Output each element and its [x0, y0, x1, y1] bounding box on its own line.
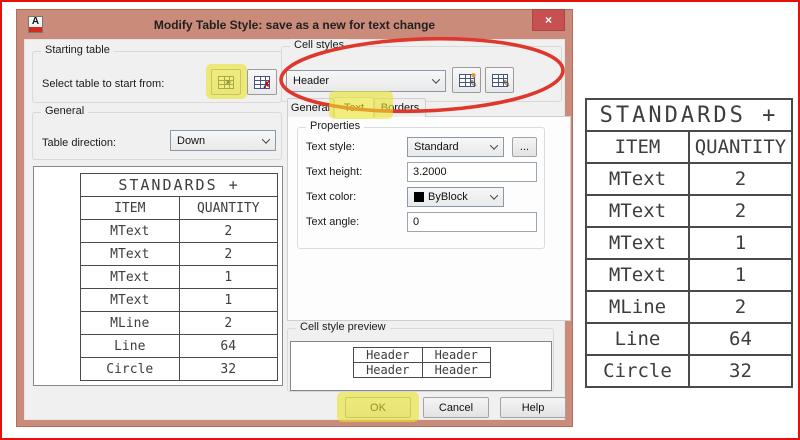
cell-style-value: Header [293, 75, 330, 87]
dialog-titlebar[interactable]: A Modify Table Style: save as a new for … [17, 9, 572, 39]
dialog-body: Starting table Select table to start fro… [24, 36, 571, 422]
general-group-label: General [41, 105, 89, 117]
cell-style-preview-group: Cell style preview Header Header Header … [287, 321, 554, 392]
text-style-label: Text style: [306, 141, 355, 153]
table-row: Line 64 [80, 334, 278, 358]
cell-style-preview-table: Header Header Header Header [353, 347, 491, 378]
select-table-label: Select table to start from: [42, 78, 165, 90]
table-delete-icon: ✗ [254, 75, 271, 90]
table-direction-select[interactable]: Down [170, 130, 276, 151]
table-row: MText 2 [80, 219, 278, 243]
autocad-app-icon-red-bar [29, 27, 42, 32]
preview-col-item: ITEM [80, 196, 180, 220]
table-row: MLine 2 [80, 311, 278, 335]
cell-styles-group-label: Cell styles [290, 39, 349, 51]
autocad-app-icon: A [28, 16, 43, 33]
table-row: MText 1 [585, 226, 793, 260]
tab-text-label: Text [343, 102, 365, 114]
text-style-select[interactable]: Standard [407, 137, 504, 157]
starting-table-group: Starting table Select table to start fro… [32, 44, 282, 103]
text-angle-input[interactable]: 0 [407, 212, 537, 232]
preview-table-title: STANDARDS + [80, 173, 278, 197]
table-direction-value: Down [177, 134, 206, 147]
drawing-col-quantity: QUANTITY [688, 130, 793, 164]
color-swatch-black [414, 192, 424, 202]
text-color-select[interactable]: ByBlock [407, 187, 504, 207]
cancel-button[interactable]: Cancel [423, 397, 489, 418]
text-color-label: Text color: [306, 191, 357, 203]
select-table-button[interactable]: ➤ [211, 69, 241, 95]
text-height-label: Text height: [306, 166, 363, 178]
new-cell-style-icon: ● ✎ [458, 70, 478, 89]
text-style-browse-button[interactable]: ... [512, 137, 537, 157]
ellipsis-icon: ... [519, 141, 530, 153]
drawing-col-item: ITEM [585, 130, 690, 164]
cell-style-select[interactable]: Header [286, 70, 446, 92]
tab-borders[interactable]: Borders [374, 98, 426, 117]
manage-cell-styles-button[interactable]: ✎ [485, 67, 514, 93]
properties-group-label: Properties [306, 120, 365, 132]
table-row: MText 1 [80, 265, 278, 289]
dialog-title: Modify Table Style: save as a new for te… [153, 17, 436, 32]
chevron-down-icon [431, 75, 441, 84]
table-preview-panel: STANDARDS + ITEM QUANTITY MText 2 MText 2 … [33, 166, 283, 386]
table-row: Line 64 [585, 322, 793, 356]
text-color-value: ByBlock [428, 191, 468, 203]
tab-general-label: General [290, 102, 331, 114]
help-button-label: Help [521, 401, 545, 414]
starting-table-group-label: Starting table [41, 44, 114, 56]
text-style-value: Standard [414, 141, 459, 153]
autocad-app-icon-letter: A [31, 16, 40, 27]
preview-cad-table: STANDARDS + ITEM QUANTITY MText 2 MText 2 … [80, 173, 278, 381]
table-direction-label: Table direction: [42, 137, 116, 149]
close-icon: × [544, 13, 552, 27]
table-row: MText 1 [80, 288, 278, 312]
cell-style-preview-label: Cell style preview [296, 321, 390, 333]
drawing-table-title: STANDARDS + [585, 98, 793, 132]
text-tab-panel: Properties Text style: Standard ... Text… [287, 116, 571, 321]
help-button[interactable]: Help [500, 397, 566, 418]
modify-table-style-dialog: A Modify Table Style: save as a new for … [16, 9, 573, 427]
preview-cell: Header [353, 347, 423, 363]
chevron-down-icon [489, 191, 499, 200]
preview-col-quantity: QUANTITY [178, 196, 278, 220]
text-height-input[interactable]: 3.2000 [407, 162, 537, 182]
chevron-down-icon [489, 141, 499, 150]
table-row: MText 2 [585, 194, 793, 228]
text-angle-value: 0 [413, 216, 420, 228]
preview-cell: Header [353, 362, 423, 378]
table-row: MText 2 [80, 242, 278, 266]
table-row: MLine 2 [585, 290, 793, 324]
drawing-cad-table: STANDARDS + ITEM QUANTITY MText 2 MText 2 … [585, 98, 793, 388]
remove-table-button[interactable]: ✗ [247, 69, 277, 95]
table-row: Circle 32 [585, 354, 793, 388]
text-angle-label: Text angle: [306, 216, 360, 228]
text-height-value: 3.2000 [413, 166, 447, 178]
screenshot-root: A Modify Table Style: save as a new for … [0, 0, 800, 440]
tab-borders-label: Borders [380, 102, 420, 114]
cancel-button-label: Cancel [438, 401, 474, 414]
preview-cell: Header [421, 362, 491, 378]
close-button[interactable]: × [532, 9, 565, 31]
tab-general[interactable]: General [287, 98, 334, 117]
ok-button-label: OK [370, 401, 386, 414]
tab-text[interactable]: Text [334, 97, 374, 118]
cell-style-preview-box: Header Header Header Header [290, 341, 552, 391]
create-cell-style-button[interactable]: ● ✎ [452, 67, 481, 93]
table-row: MText 2 [585, 162, 793, 196]
table-row: MText 1 [585, 258, 793, 292]
preview-cell: Header [421, 347, 491, 363]
table-row: Circle 32 [80, 357, 278, 381]
table-select-icon: ➤ [218, 75, 234, 89]
ok-button[interactable]: OK [345, 397, 411, 418]
manage-cell-styles-icon: ✎ [491, 73, 511, 89]
chevron-down-icon [261, 134, 271, 144]
